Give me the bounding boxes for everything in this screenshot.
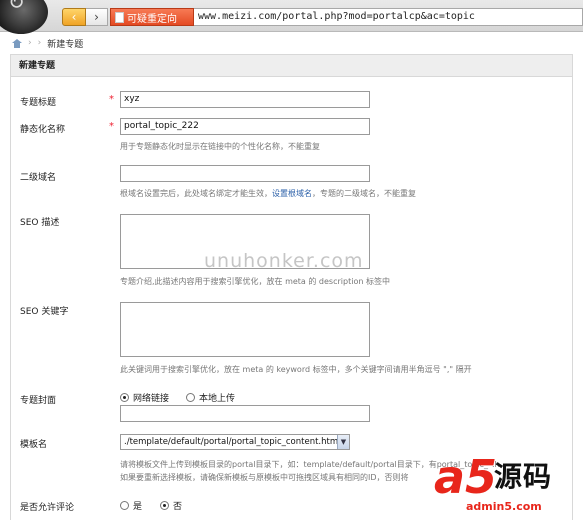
cover-radio-network-label: 网络链接 [133,394,170,404]
comment-radio-yes[interactable]: 是 [120,499,142,512]
static-name-tip: 用于专题静态化时显示在链接中的个性化名称，不能重复 [120,142,320,151]
security-warning-badge[interactable]: 可疑重定向 [110,8,194,26]
browser-orb-icon[interactable]: ↻ [0,0,48,34]
radio-unchecked-icon [120,501,129,510]
title-input[interactable]: xyz [120,91,370,108]
comment-radio-no[interactable]: 否 [160,499,182,512]
template-tip-line2: 如果要重新选择模板，请确保新模板与原模板中可拖拽区域具有相同的ID，否则将 [120,473,409,482]
template-tip-text: 请将模板文件上传到模板目录的portal目录下，如：template/defau… [120,460,429,469]
seo-keywords-tip: 此关键词用于搜索引擎优化，放在 meta 的 keyword 标签中，多个关键字… [120,365,472,374]
a5-logo-url: admin5.com [466,500,542,513]
static-name-label: 静态化名称 [20,125,66,135]
breadcrumb: › › 新建专题 [12,36,83,50]
panel-title: 新建专题 [11,55,572,77]
cover-radio-upload-label: 本地上传 [199,394,236,404]
breadcrumb-separator: › [28,38,32,48]
cover-label: 专题封面 [20,396,57,406]
seo-description-tip: 专题介绍,此描述内容用于搜索引擎优化，放在 meta 的 description… [120,277,390,286]
comment-radio-no-label: 否 [173,502,183,512]
a5-logo-mark: a5 [434,450,498,504]
home-icon[interactable] [12,38,22,48]
allow-comment-label: 是否允许评论 [20,503,75,513]
a5-logo: a5 源码 admin5.com [432,452,582,520]
required-mark: * [109,121,114,132]
cover-url-input[interactable] [120,405,370,422]
page-icon [115,11,124,23]
radio-checked-icon [160,501,169,510]
required-mark: * [109,94,114,105]
breadcrumb-current: 新建专题 [47,39,84,50]
watermark-text: unuhonker.com [204,250,364,272]
domain-tip: 根域名设置完后，此处域名绑定才能生效，设置根域名，专题的二级域名，不能重复 [120,188,416,199]
template-select-value: ./template/default/portal/portal_topic_c… [124,437,339,447]
refresh-arrow-icon: ↻ [8,0,25,14]
browser-toolbar: ↻ ‹ › 可疑重定向 www.meizi.com/portal.php?mod… [0,0,583,34]
address-bar[interactable]: www.meizi.com/portal.php?mod=portalcp&ac… [194,8,583,26]
static-name-input[interactable]: portal_topic_222 [120,118,370,135]
back-button[interactable]: ‹ [62,8,86,26]
warning-text: 可疑重定向 [127,13,177,25]
domain-tip-text: 根域名设置完后，此处域名绑定才能生效， [120,189,272,198]
radio-checked-icon [120,393,129,402]
forward-button[interactable]: › [86,8,108,26]
radio-unchecked-icon [186,393,195,402]
chevron-down-icon[interactable]: ▼ [337,435,349,449]
breadcrumb-separator: › [37,38,42,48]
cover-radio-upload[interactable]: 本地上传 [186,391,235,404]
seo-description-label: SEO 描述 [20,218,60,228]
a5-logo-text: 源码 [494,460,553,493]
cover-radio-network[interactable]: 网络链接 [120,391,169,404]
set-root-domain-link[interactable]: 设置根域名 [272,189,312,198]
seo-keywords-textarea[interactable] [120,302,370,357]
domain-tip-text: ，专题的二级域名，不能重复 [312,189,416,198]
title-label: 专题标题 [20,98,57,108]
comment-radio-yes-label: 是 [133,502,143,512]
domain-label: 二级域名 [20,173,57,183]
seo-keywords-label: SEO 关键字 [20,307,69,317]
template-select[interactable]: ./template/default/portal/portal_topic_c… [120,434,350,450]
template-label: 模板名 [20,440,48,450]
domain-input[interactable] [120,165,370,182]
